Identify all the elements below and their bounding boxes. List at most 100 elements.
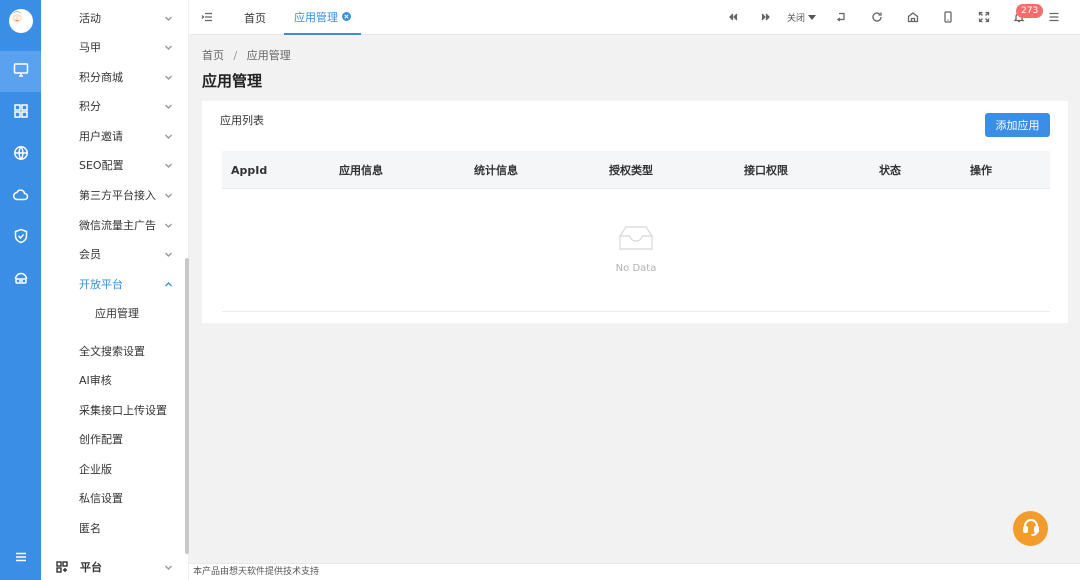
icon-rail [0,0,41,580]
breadcrumb-separator: / [233,49,238,62]
chevron-down-icon [164,13,173,22]
monitor-icon [13,62,29,81]
sidebar-item-label: 全文搜索设置 [79,344,145,358]
sidebar-item-label: 用户邀请 [79,129,123,143]
sidebar-item-label: 平台 [80,560,102,574]
tab-home[interactable]: 首页 [244,0,266,35]
chevron-down-icon [164,160,173,169]
chevron-down-icon [164,42,173,51]
sidebar-item-platform[interactable]: 平台 [41,553,189,580]
customer-support-button[interactable] [1013,511,1048,546]
sidebar-item-label: 积分商城 [79,70,123,84]
sidebar-item-private-message[interactable]: 私信设置 [41,483,189,512]
empty-box-icon [617,224,655,252]
sidebar-item-member[interactable]: 会员 [41,239,189,268]
app-list-card: 应用列表 添加应用 AppId 应用信息 统计信息 授权类型 接口权限 状态 操… [202,101,1068,323]
router-icon [13,270,29,289]
chevron-down-icon [164,249,173,258]
tab-label: 应用管理 [294,10,338,24]
refresh-icon[interactable] [871,11,883,23]
sidebar-item-fulltext-search[interactable]: 全文搜索设置 [41,336,189,365]
chevron-down-icon [164,131,173,140]
table-header: AppId 应用信息 统计信息 授权类型 接口权限 状态 操作 [222,151,1050,189]
close-tabs-dropdown[interactable]: 关闭 [787,11,817,24]
sidebar-item-label: SEO配置 [79,158,124,172]
breadcrumb-current: 应用管理 [246,49,291,62]
caret-down-icon [808,15,817,20]
top-bar: 首页 应用管理 关闭 273 [189,0,1080,35]
column-header-status: 状态 [879,164,901,177]
sidebar-item-user-invite[interactable]: 用户邀请 [41,121,189,150]
sidebar-item-third-party[interactable]: 第三方平台接入 [41,180,189,209]
column-header-appid: AppId [231,163,268,177]
sidebar-item-label: 开放平台 [79,277,123,291]
cloud-icon [12,187,29,206]
rail-collapse[interactable] [0,548,41,568]
rail-cloud[interactable] [0,176,41,217]
list-icon [15,551,27,566]
chevron-down-icon [164,190,173,199]
empty-text: No Data [615,263,657,274]
rail-router[interactable] [0,259,41,300]
sidebar-item-label: 企业版 [79,462,112,476]
chevron-up-icon [164,279,173,288]
scroll-right-icon[interactable] [760,11,772,23]
sidebar-item-app-management[interactable]: 应用管理 [41,298,189,327]
sidebar-scrollbar[interactable] [185,258,189,554]
sidebar-item-enterprise[interactable]: 企业版 [41,454,189,483]
column-header-auth-type: 授权类型 [609,164,653,177]
sidebar-item-points-mall[interactable]: 积分商城 [41,62,189,91]
chevron-down-icon [164,220,173,229]
column-header-stats: 统计信息 [474,164,518,177]
sidebar-item-seo[interactable]: SEO配置 [41,150,189,179]
sidebar-item-open-platform[interactable]: 开放平台 [41,269,189,298]
sidebar-item-label: 积分 [79,99,101,113]
breadcrumb-home[interactable]: 首页 [202,49,224,62]
sidebar-item-label: 第三方平台接入 [79,188,156,202]
headset-icon [1021,517,1041,540]
sidebar-menu: 活动 马甲 积分商城 积分 用户邀请 SEO配置 第三方平台接入 微信流量主广告… [41,0,189,580]
sidebar-item-label: AI审核 [79,373,112,387]
rail-globe[interactable] [0,134,41,175]
sidebar-item-vest[interactable]: 马甲 [41,32,189,61]
avatar[interactable] [9,9,33,33]
sidebar-item-creation-config[interactable]: 创作配置 [41,424,189,453]
sidebar-item-activity[interactable]: 活动 [41,3,189,32]
sidebar-item-label: 采集接口上传设置 [79,403,167,417]
rail-shield[interactable] [0,217,41,258]
sidebar-item-ai-review[interactable]: AI审核 [41,365,189,394]
shield-icon [13,228,29,247]
sidebar-item-label: 应用管理 [95,306,139,320]
notification-badge: 273 [1016,4,1044,18]
sidebar-item-label: 创作配置 [79,432,123,446]
chevron-down-icon [164,562,173,575]
close-tabs-label: 关闭 [787,14,806,24]
add-app-button[interactable]: 添加应用 [985,113,1050,137]
sidebar-item-wechat-ads[interactable]: 微信流量主广告 [41,210,189,239]
home-icon[interactable] [907,11,919,23]
sidebar-item-label: 微信流量主广告 [79,218,156,232]
sidebar-item-collect-upload[interactable]: 采集接口上传设置 [41,395,189,424]
tab-app-management[interactable]: 应用管理 [284,0,361,35]
footer: 本产品由想天软件提供技术支持 [189,563,1080,580]
menu-fold-icon[interactable] [201,11,213,23]
column-header-actions: 操作 [970,164,992,177]
sidebar-item-anonymous[interactable]: 匿名 [41,513,189,542]
menu-icon[interactable] [1048,11,1060,23]
sidebar-item-label: 匿名 [79,521,101,535]
rail-grid[interactable] [0,92,41,133]
mobile-icon[interactable] [942,11,954,23]
sidebar-item-points[interactable]: 积分 [41,91,189,120]
sidebar-item-label: 会员 [79,247,101,261]
scroll-left-icon[interactable] [727,11,739,23]
card-title: 应用列表 [220,114,264,127]
fullscreen-icon[interactable] [978,11,990,23]
tab-label: 首页 [244,11,266,25]
platform-icon [56,560,68,573]
column-header-api-permission: 接口权限 [744,164,788,177]
close-icon[interactable] [342,12,351,21]
table-empty-state: No Data [222,189,1050,312]
return-icon[interactable] [835,11,847,23]
chevron-down-icon [164,72,173,81]
rail-monitor[interactable] [0,51,41,92]
